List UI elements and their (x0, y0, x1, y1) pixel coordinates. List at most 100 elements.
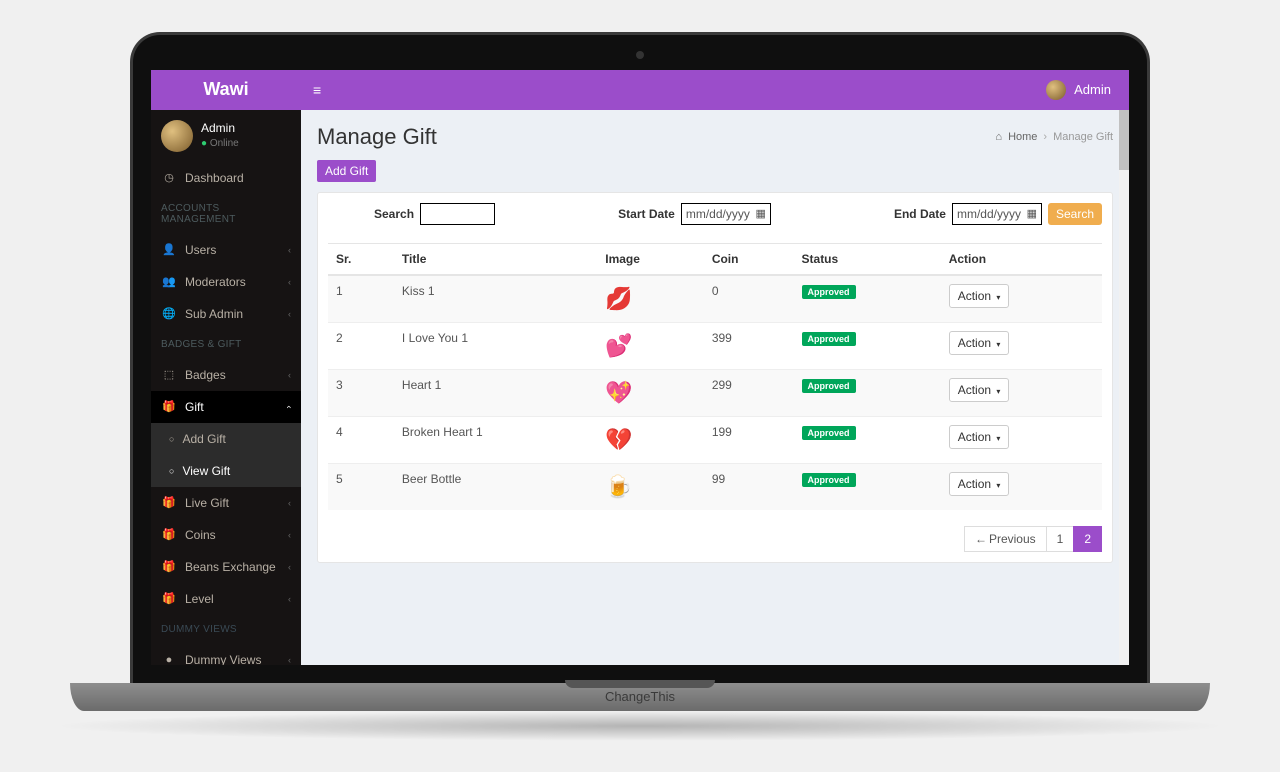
cell-sr: 3 (328, 369, 394, 416)
chevron-icon: ‹ (288, 530, 291, 540)
action-dropdown[interactable]: Action ▾ (949, 472, 1010, 496)
cell-coin: 99 (704, 463, 794, 510)
action-dropdown[interactable]: Action ▾ (949, 425, 1010, 449)
chevron-icon: ‹ (288, 594, 291, 604)
chevron-icon: ‹ (288, 245, 291, 255)
cell-image: 💖 (597, 369, 704, 416)
sidebar-sub-add-gift[interactable]: Add Gift (151, 423, 301, 455)
caret-down-icon: ▾ (996, 387, 1000, 396)
sidebar: Admin Online ◷ Dashboard ACCOUNTS MANAGE… (151, 110, 301, 665)
cell-title: Heart 1 (394, 369, 597, 416)
th-title: Title (394, 243, 597, 275)
date-placeholder: mm/dd/yyyy (957, 207, 1021, 221)
filter-bar: Search Start Date mm/dd/yyyy ▦ (328, 203, 1102, 225)
gift-table: Sr. Title Image Coin Status Action (328, 243, 1102, 510)
sidebar-section-badges: BADGES & GIFT (151, 330, 301, 359)
chevron-icon: ‹ (288, 309, 291, 319)
action-dropdown[interactable]: Action ▾ (949, 378, 1010, 402)
cell-action: Action ▾ (941, 463, 1102, 510)
brand-logo[interactable]: Wawi (151, 70, 301, 110)
cell-image: 💔 (597, 416, 704, 463)
page-1[interactable]: 1 (1046, 526, 1075, 552)
page-2[interactable]: 2 (1073, 526, 1102, 552)
cell-action: Action ▾ (941, 322, 1102, 369)
cell-image: 💕 (597, 322, 704, 369)
sidebar-item-label: Gift (185, 400, 204, 414)
sidebar-item-label: Add Gift (182, 432, 225, 446)
level-icon: 🎁 (161, 592, 177, 605)
sidebar-item-badges[interactable]: ⬚ Badges ‹ (151, 359, 301, 391)
topbar-user[interactable]: Admin (1074, 82, 1111, 97)
add-gift-button[interactable]: Add Gift (317, 160, 376, 182)
user-name: Admin (201, 121, 239, 137)
sidebar-item-moderators[interactable]: 👥 Moderators ‹ (151, 266, 301, 298)
th-coin: Coin (704, 243, 794, 275)
search-button[interactable]: Search (1048, 203, 1102, 225)
camera-dot (636, 51, 644, 59)
app-root: Wawi ≡ Admin Admin Online (151, 70, 1129, 665)
sidebar-item-live-gift[interactable]: 🎁 Live Gift ‹ (151, 487, 301, 519)
status-badge: Approved (802, 379, 856, 393)
cell-coin: 299 (704, 369, 794, 416)
exchange-icon: 🎁 (161, 560, 177, 573)
cell-sr: 2 (328, 322, 394, 369)
coin-icon: 🎁 (161, 528, 177, 541)
table-row: 5Beer Bottle🍺99ApprovedAction ▾ (328, 463, 1102, 510)
pagination: ←Previous 1 2 (328, 526, 1102, 552)
sidebar-item-users[interactable]: 👤 Users ‹ (151, 234, 301, 266)
chevron-icon: ‹ (288, 498, 291, 508)
cell-status: Approved (794, 369, 941, 416)
sidebar-item-beans[interactable]: 🎁 Beans Exchange ‹ (151, 551, 301, 583)
gift-icon: 🎁 (161, 400, 177, 413)
globe-icon: 🌐 (161, 307, 177, 320)
sidebar-item-gift[interactable]: 🎁 Gift ‹ (151, 391, 301, 423)
device-label: ChangeThis (605, 689, 675, 704)
chevron-icon: ‹ (288, 655, 291, 665)
th-sr: Sr. (328, 243, 394, 275)
caret-down-icon: ▾ (996, 293, 1000, 302)
avatar-icon[interactable] (1046, 80, 1066, 100)
laptop-shadow (50, 711, 1230, 741)
scrollbar[interactable] (1119, 110, 1129, 665)
sidebar-item-level[interactable]: 🎁 Level ‹ (151, 583, 301, 615)
user-panel: Admin Online (151, 110, 301, 162)
cell-coin: 399 (704, 322, 794, 369)
sidebar-item-dashboard[interactable]: ◷ Dashboard (151, 162, 301, 194)
cell-coin: 199 (704, 416, 794, 463)
table-row: 3Heart 1💖299 Approved Action ▾ (328, 369, 1102, 416)
table-row: 4Broken Heart 1💔199ApprovedAction ▾ (328, 416, 1102, 463)
cell-status: Approved (794, 463, 941, 510)
chevron-icon: ‹ (288, 277, 291, 287)
end-date-input[interactable]: mm/dd/yyyy ▦ (952, 203, 1042, 225)
sidebar-item-dummy[interactable]: ● Dummy Views ‹ (151, 644, 301, 665)
sidebar-item-label: Sub Admin (185, 307, 243, 321)
scrollbar-thumb[interactable] (1119, 110, 1129, 170)
laptop-mockup: Wawi ≡ Admin Admin Online (130, 32, 1150, 741)
sidebar-section-accounts: ACCOUNTS MANAGEMENT (151, 194, 301, 234)
action-dropdown[interactable]: Action ▾ (949, 331, 1010, 355)
caret-down-icon: ▾ (996, 434, 1000, 443)
hamburger-icon[interactable]: ≡ (301, 82, 333, 98)
search-input[interactable] (420, 203, 495, 225)
sidebar-item-coins[interactable]: 🎁 Coins ‹ (151, 519, 301, 551)
caret-down-icon: ▾ (996, 340, 1000, 349)
sidebar-item-label: Moderators (185, 275, 246, 289)
breadcrumb: ⌂ Home › Manage Gift (995, 131, 1113, 143)
cell-status: Approved (794, 275, 941, 323)
th-image: Image (597, 243, 704, 275)
sidebar-sub-view-gift[interactable]: View Gift (151, 455, 301, 487)
status-badge: Approved (802, 285, 856, 299)
badge-icon: ⬚ (161, 368, 177, 381)
cell-sr: 4 (328, 416, 394, 463)
page-prev[interactable]: ←Previous (964, 526, 1047, 552)
table-row: 1Kiss 1💋0ApprovedAction ▾ (328, 275, 1102, 323)
sidebar-item-label: View Gift (182, 464, 230, 478)
sidebar-item-subadmin[interactable]: 🌐 Sub Admin ‹ (151, 298, 301, 330)
cell-title: Broken Heart 1 (394, 416, 597, 463)
laptop-base: ChangeThis (70, 683, 1210, 711)
start-date-input[interactable]: mm/dd/yyyy ▦ (681, 203, 771, 225)
action-dropdown[interactable]: Action ▾ (949, 284, 1010, 308)
table-row: 2I Love You 1💕399ApprovedAction ▾ (328, 322, 1102, 369)
cell-coin: 0 (704, 275, 794, 323)
breadcrumb-home[interactable]: Home (1008, 131, 1037, 143)
